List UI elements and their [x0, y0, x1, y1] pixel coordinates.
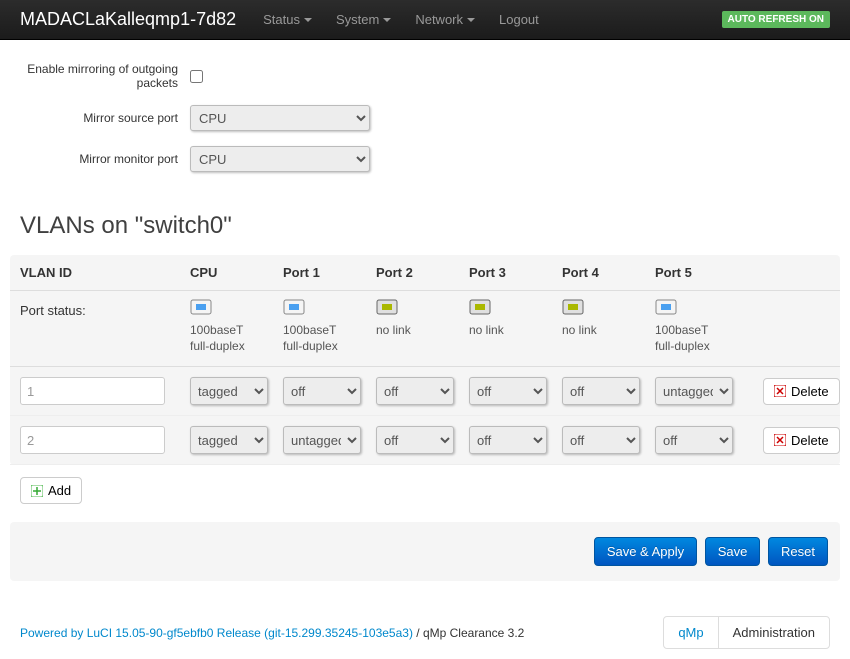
footer-luci-link[interactable]: Powered by LuCI 15.05-90-gf5ebfb0 Releas… — [20, 626, 413, 640]
vlan1-port3-select[interactable]: off — [469, 377, 547, 405]
vlan2-port4-select[interactable]: off — [562, 426, 640, 454]
vlan2-port5-select[interactable]: off — [655, 426, 733, 454]
caret-icon — [383, 18, 391, 22]
caret-icon — [467, 18, 475, 22]
mirror-enable-checkbox[interactable] — [190, 70, 203, 83]
vlan1-port2-select[interactable]: off — [376, 377, 454, 405]
footer-tabs: qMp Administration — [663, 616, 830, 649]
port-status-row: Port status: 100baseT full-duplex 100bas… — [10, 291, 840, 367]
mirror-source-select[interactable]: CPU — [190, 105, 370, 131]
mirror-monitor-label: Mirror monitor port — [10, 152, 190, 166]
vlan-section-title: VLANs on "switch0" — [20, 212, 840, 240]
delete-button[interactable]: Delete — [763, 378, 840, 405]
header-vlanid: VLAN ID — [10, 265, 190, 280]
mirror-source-row: Mirror source port CPU — [10, 105, 840, 131]
vlan-table-header: VLAN ID CPU Port 1 Port 2 Port 3 Port 4 … — [10, 255, 840, 291]
header-port5: Port 5 — [655, 265, 748, 280]
vlan1-cpu-select[interactable]: tagged — [190, 377, 268, 405]
nav-logout[interactable]: Logout — [487, 2, 551, 37]
navbar-brand: MADACLaKalleqmp1-7d82 — [20, 9, 236, 30]
port-status-4: no link — [562, 299, 655, 339]
nav-system[interactable]: System — [324, 2, 403, 37]
port-status-cpu: 100baseT full-duplex — [190, 299, 283, 354]
save-apply-button[interactable]: Save & Apply — [594, 537, 697, 566]
navbar-menu: Status System Network Logout — [251, 2, 721, 37]
port-status-1: 100baseT full-duplex — [283, 299, 376, 354]
mirror-monitor-select[interactable]: CPU — [190, 146, 370, 172]
vlan-row-2: tagged untagged off off off off Delete — [10, 416, 840, 465]
nav-network[interactable]: Network — [403, 2, 487, 37]
footer: Powered by LuCI 15.05-90-gf5ebfb0 Releas… — [10, 606, 840, 659]
reset-button[interactable]: Reset — [768, 537, 828, 566]
save-button[interactable]: Save — [705, 537, 761, 566]
delete-icon — [774, 385, 786, 397]
vlan2-port2-select[interactable]: off — [376, 426, 454, 454]
auto-refresh-badge[interactable]: AUTO REFRESH ON — [722, 11, 831, 28]
port-nolink-icon — [376, 299, 398, 317]
port-link-icon — [283, 299, 305, 317]
actions-bar: Save & Apply Save Reset — [10, 522, 840, 581]
port-link-icon — [190, 299, 212, 317]
vlan1-port1-select[interactable]: off — [283, 377, 361, 405]
delete-button[interactable]: Delete — [763, 427, 840, 454]
port-status-3: no link — [469, 299, 562, 339]
vlan1-port5-select[interactable]: untagged — [655, 377, 733, 405]
nav-status[interactable]: Status — [251, 2, 324, 37]
add-button[interactable]: Add — [20, 477, 82, 504]
footer-text: Powered by LuCI 15.05-90-gf5ebfb0 Releas… — [20, 626, 524, 640]
mirror-enable-label: Enable mirroring of outgoing packets — [10, 62, 190, 90]
mirror-enable-row: Enable mirroring of outgoing packets — [10, 62, 840, 90]
delete-icon — [774, 434, 786, 446]
vlan-table: VLAN ID CPU Port 1 Port 2 Port 3 Port 4 … — [10, 255, 840, 465]
header-cpu: CPU — [190, 265, 283, 280]
vlan-id-input[interactable] — [20, 426, 165, 454]
navbar: MADACLaKalleqmp1-7d82 Status System Netw… — [0, 0, 850, 40]
vlan-id-input[interactable] — [20, 377, 165, 405]
port-status-label: Port status: — [10, 299, 190, 318]
vlan2-cpu-select[interactable]: tagged — [190, 426, 268, 454]
add-icon — [31, 485, 43, 497]
port-link-icon — [655, 299, 677, 317]
port-status-5: 100baseT full-duplex — [655, 299, 748, 354]
header-port2: Port 2 — [376, 265, 469, 280]
vlan-row-1: tagged off off off off untagged Delete — [10, 367, 840, 416]
header-port3: Port 3 — [469, 265, 562, 280]
vlan1-port4-select[interactable]: off — [562, 377, 640, 405]
mirror-source-label: Mirror source port — [10, 111, 190, 125]
vlan2-port3-select[interactable]: off — [469, 426, 547, 454]
header-port1: Port 1 — [283, 265, 376, 280]
mirror-monitor-row: Mirror monitor port CPU — [10, 146, 840, 172]
port-nolink-icon — [469, 299, 491, 317]
header-port4: Port 4 — [562, 265, 655, 280]
port-nolink-icon — [562, 299, 584, 317]
vlan2-port1-select[interactable]: untagged — [283, 426, 361, 454]
caret-icon — [304, 18, 312, 22]
port-status-2: no link — [376, 299, 469, 339]
